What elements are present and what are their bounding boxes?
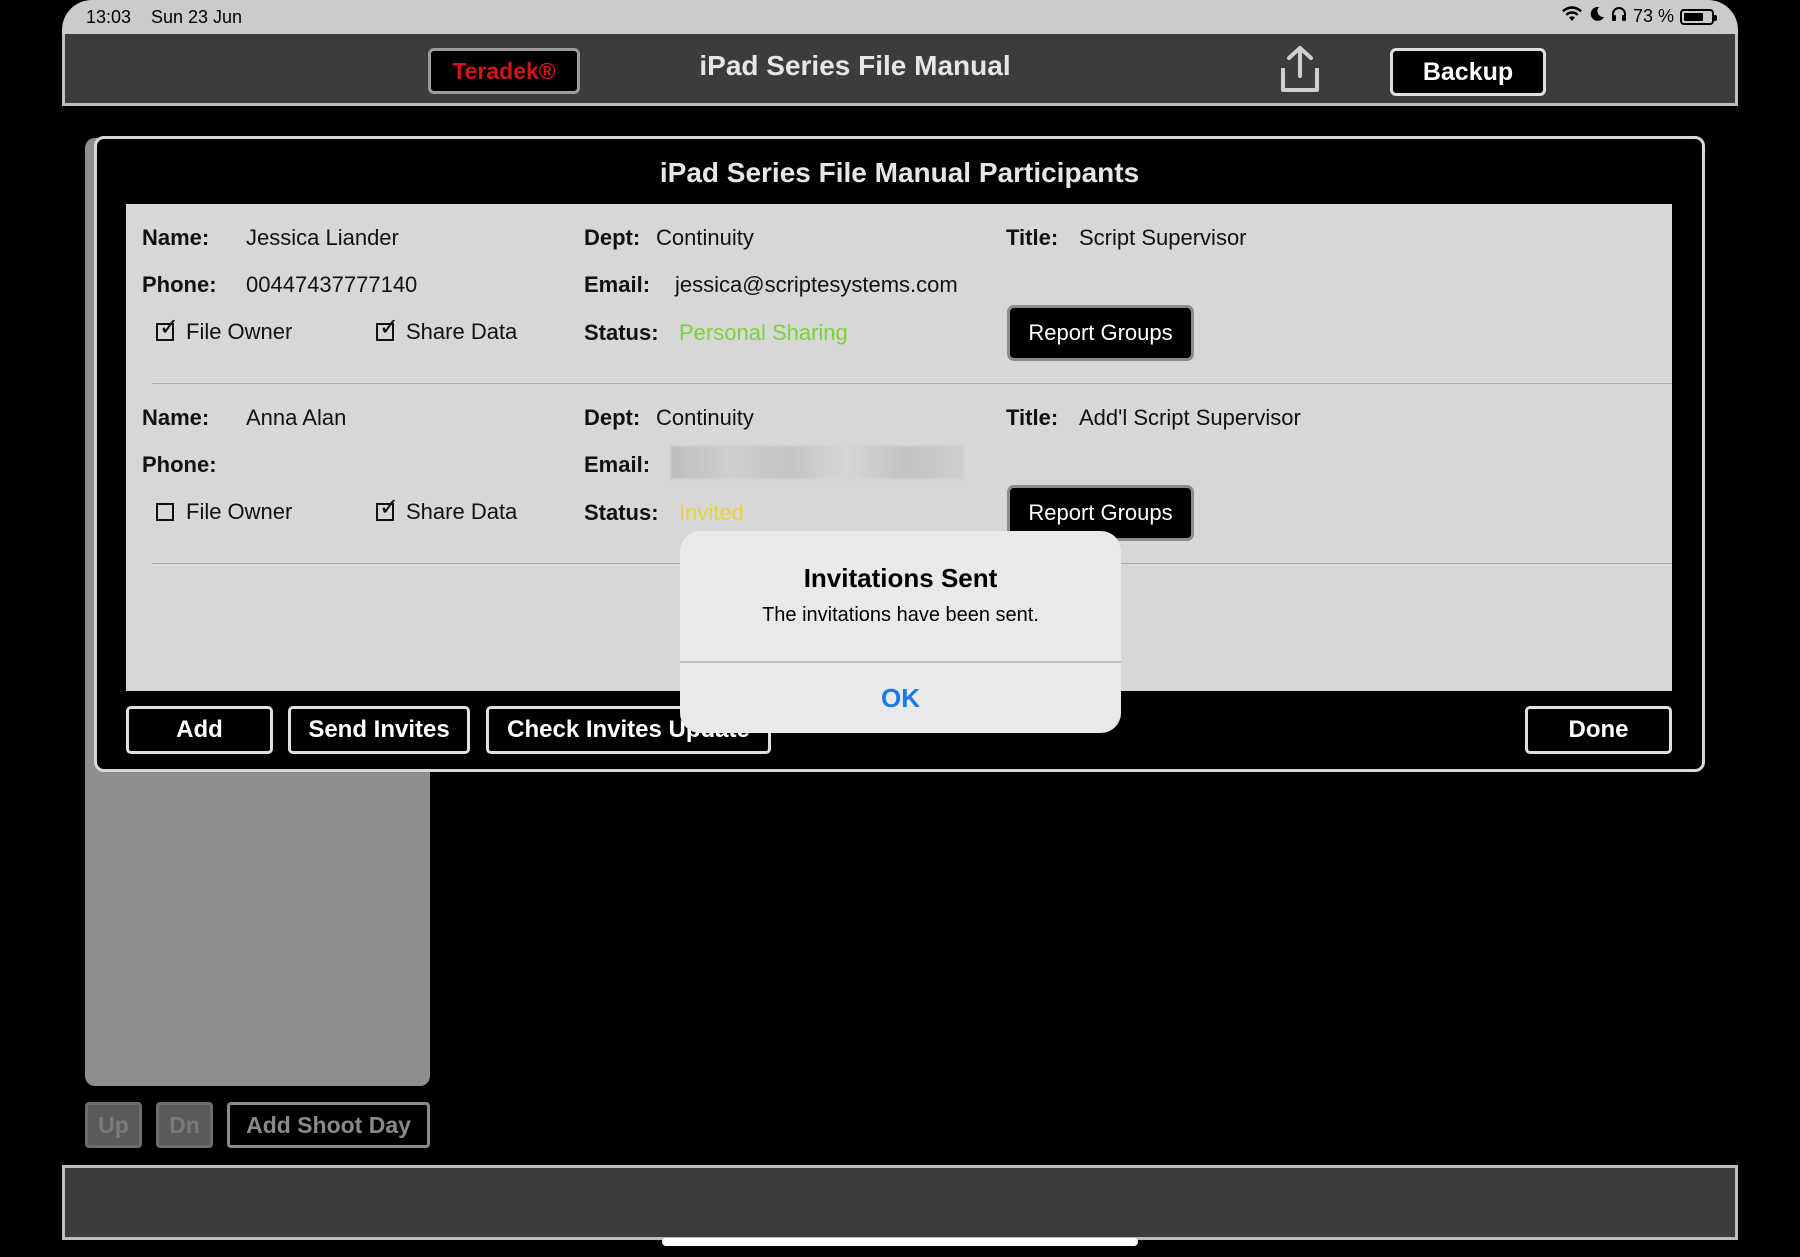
upload-share-icon[interactable] — [1275, 44, 1325, 96]
headphones-icon — [1611, 6, 1627, 27]
share-data-checkbox[interactable]: ✓ Share Data — [376, 316, 518, 345]
dept-label: Dept: — [584, 405, 641, 430]
report-groups-button[interactable]: Report Groups — [1007, 305, 1194, 361]
email-label: Email: — [584, 272, 651, 297]
status-date: Sun 23 Jun — [151, 7, 243, 27]
file-owner-label: File Owner — [186, 319, 293, 344]
share-data-checkbox[interactable]: ✓ Share Data — [376, 496, 518, 525]
share-data-label: Share Data — [406, 499, 518, 524]
redacted-email — [671, 446, 964, 479]
status-label: Status: — [584, 320, 659, 345]
phone-label: Phone: — [142, 452, 217, 477]
add-shoot-day-button[interactable]: Add Shoot Day — [227, 1102, 430, 1148]
checkbox-unchecked-icon — [156, 503, 174, 521]
checkbox-checked-icon: ✓ — [156, 316, 179, 341]
participant-email: jessica@scriptesystems.com — [675, 272, 958, 297]
status-bar: 13:03 Sun 23 Jun 73 % — [62, 0, 1738, 34]
home-indicator[interactable] — [662, 1238, 1138, 1246]
wifi-icon — [1561, 6, 1583, 27]
dept-label: Dept: — [584, 225, 641, 250]
participant-dept: Continuity — [656, 225, 754, 250]
checkmark-icon: ✓ — [379, 494, 400, 521]
participant-row[interactable]: Name: Jessica Liander Phone: 00447437777… — [126, 204, 1672, 384]
file-owner-checkbox[interactable]: ✓ File Owner — [156, 316, 293, 345]
send-invites-button[interactable]: Send Invites — [288, 706, 470, 754]
done-button[interactable]: Done — [1525, 706, 1672, 754]
dn-button[interactable]: Dn — [156, 1102, 213, 1148]
status-label: Status: — [584, 500, 659, 525]
backup-button[interactable]: Backup — [1390, 48, 1546, 96]
title-label: Title: — [1006, 405, 1059, 430]
battery-percent: 73 % — [1632, 6, 1674, 26]
status-time: 13:03 — [86, 7, 132, 27]
invitations-sent-alert: Invitations Sent The invitations have be… — [680, 531, 1121, 733]
ok-button[interactable]: OK — [680, 663, 1121, 733]
checkbox-checked-icon: ✓ — [376, 316, 399, 341]
participant-status: Invited — [679, 500, 744, 525]
email-label: Email: — [584, 452, 651, 477]
name-label: Name: — [142, 225, 210, 250]
file-owner-label: File Owner — [186, 499, 293, 524]
phone-label: Phone: — [142, 272, 217, 297]
dialog-title: iPad Series File Manual Participants — [659, 157, 1140, 188]
participant-name: Anna Alan — [246, 405, 347, 430]
up-button[interactable]: Up — [85, 1102, 142, 1148]
participant-phone: 00447437777140 — [246, 272, 418, 297]
file-owner-checkbox[interactable]: File Owner — [156, 499, 292, 525]
participant-dept: Continuity — [656, 405, 754, 430]
checkmark-icon: ✓ — [379, 314, 400, 341]
bottom-toolbar — [62, 1165, 1738, 1240]
share-data-label: Share Data — [406, 319, 518, 344]
alert-title: Invitations Sent — [803, 563, 998, 593]
alert-message: The invitations have been sent. — [762, 604, 1039, 626]
participant-status: Personal Sharing — [679, 320, 848, 345]
top-nav-bar: Teradek® iPad Series File Manual Backup — [62, 34, 1738, 106]
ipad-screen: 13:03 Sun 23 Jun 73 % Teradek® iPad Seri… — [62, 0, 1738, 1257]
title-label: Title: — [1006, 225, 1059, 250]
battery-icon — [1680, 8, 1717, 25]
participant-title: Script Supervisor — [1079, 225, 1247, 250]
checkmark-icon: ✓ — [159, 314, 180, 341]
add-button[interactable]: Add — [126, 706, 273, 754]
moon-icon — [1589, 6, 1605, 27]
checkbox-checked-icon: ✓ — [376, 496, 399, 521]
participant-name: Jessica Liander — [246, 225, 399, 250]
name-label: Name: — [142, 405, 210, 430]
teradek-button[interactable]: Teradek® — [428, 48, 580, 94]
status-indicators: 73 % — [1561, 6, 1717, 27]
participant-title: Add'l Script Supervisor — [1079, 405, 1301, 430]
app-title: iPad Series File Manual — [699, 50, 1011, 81]
